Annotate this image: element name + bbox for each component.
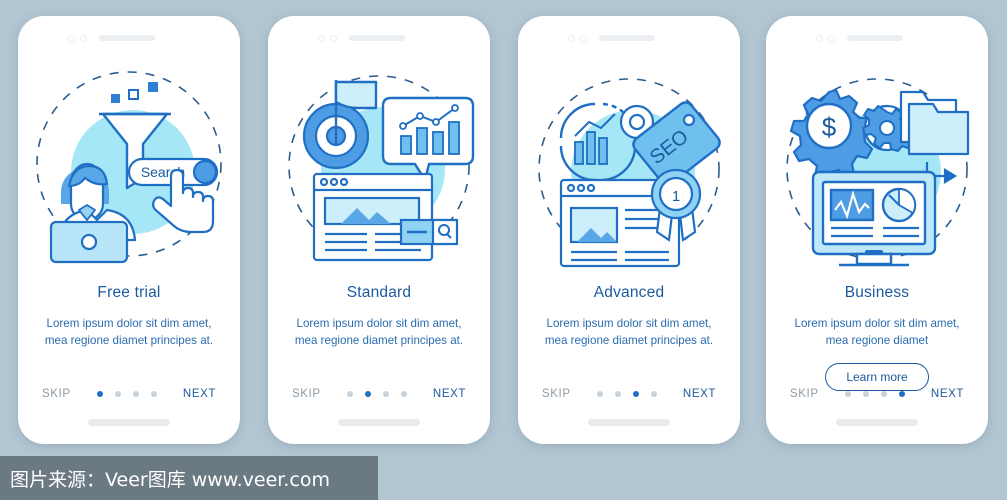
pagination-dot[interactable]	[632, 391, 639, 397]
browser-dot-icon	[330, 34, 337, 42]
pagination-dots[interactable]	[96, 391, 157, 397]
pagination-dot[interactable]	[862, 391, 869, 397]
onboarding-card-advanced[interactable]: SEO 1 Advanced Lorem ipsum dolor sit dim…	[518, 16, 740, 444]
onboarding-card-standard[interactable]: Standard Lorem ipsum dolor sit dim amet,…	[268, 16, 490, 444]
address-bar-placeholder	[847, 35, 903, 41]
browser-dot-icon	[816, 34, 823, 42]
illustration-seo-tag-award-browser: SEO 1	[518, 64, 740, 279]
card-title: Advanced	[593, 284, 665, 301]
watermark-text: 图片来源：Veer图库 www.veer.com	[10, 468, 330, 491]
browser-dot-icon	[568, 34, 575, 42]
card-pager: SKIP NEXT	[18, 388, 240, 400]
home-indicator	[88, 419, 170, 426]
home-indicator	[836, 419, 918, 426]
browser-dot-icon	[580, 34, 587, 42]
card-description: Lorem ipsum dolor sit dim amet, mea regi…	[544, 317, 714, 347]
card-description: Lorem ipsum dolor sit dim amet, mea regi…	[44, 317, 214, 347]
pagination-dot[interactable]	[650, 391, 657, 397]
pagination-dots[interactable]	[596, 391, 657, 397]
watermark-bar: 图片来源：Veer图库 www.veer.com	[0, 456, 378, 500]
pagination-dots[interactable]	[844, 391, 905, 397]
browser-dot-icon	[318, 34, 325, 42]
card-pager: SKIP NEXT	[766, 388, 988, 400]
phone-status-bar	[518, 31, 740, 45]
next-button[interactable]: NEXT	[931, 388, 964, 400]
home-indicator	[338, 419, 420, 426]
card-title: Business	[844, 284, 910, 301]
skip-button[interactable]: SKIP	[292, 388, 321, 400]
phone-status-bar	[268, 31, 490, 45]
onboarding-card-free-trial[interactable]: Search Free trial Lorem ipsum dolor sit …	[18, 16, 240, 444]
pagination-dot[interactable]	[844, 391, 851, 397]
browser-dot-icon	[828, 34, 835, 42]
pagination-dot[interactable]	[96, 391, 103, 397]
pagination-dot[interactable]	[346, 391, 353, 397]
card-title: Free trial	[97, 284, 161, 301]
next-button[interactable]: NEXT	[183, 388, 216, 400]
pagination-dot[interactable]	[114, 391, 121, 397]
svg-text:$: $	[822, 112, 837, 142]
card-pager: SKIP NEXT	[268, 388, 490, 400]
browser-dot-icon	[80, 34, 87, 42]
onboarding-card-business[interactable]: $ Business Lorem ipsum dolor sit dim ame…	[766, 16, 988, 444]
pagination-dot[interactable]	[382, 391, 389, 397]
pagination-dot[interactable]	[880, 391, 887, 397]
pagination-dots[interactable]	[346, 391, 407, 397]
address-bar-placeholder	[349, 35, 405, 41]
illustration-target-flag-chart-browser	[268, 64, 490, 279]
phone-status-bar	[766, 31, 988, 45]
address-bar-placeholder	[599, 35, 655, 41]
card-title: Standard	[346, 284, 412, 301]
pagination-dot[interactable]	[596, 391, 603, 397]
card-description: Lorem ipsum dolor sit dim amet, mea regi…	[294, 317, 464, 347]
onboarding-screens: Search Free trial Lorem ipsum dolor sit …	[0, 0, 1007, 500]
pagination-dot[interactable]	[364, 391, 371, 397]
card-text-block: Business Lorem ipsum dolor sit dim amet,…	[766, 284, 988, 391]
next-button[interactable]: NEXT	[683, 388, 716, 400]
learn-more-button[interactable]: Learn more	[825, 362, 929, 391]
address-bar-placeholder	[99, 35, 155, 41]
skip-button[interactable]: SKIP	[542, 388, 571, 400]
pagination-dot[interactable]	[898, 391, 905, 397]
card-description: Lorem ipsum dolor sit dim amet, mea regi…	[794, 317, 960, 347]
pagination-dot[interactable]	[614, 391, 621, 397]
home-indicator	[588, 419, 670, 426]
skip-button[interactable]: SKIP	[42, 388, 71, 400]
illustration-search-funnel-person: Search	[18, 64, 240, 279]
skip-button[interactable]: SKIP	[790, 388, 819, 400]
phone-status-bar	[18, 31, 240, 45]
card-text-block: Standard Lorem ipsum dolor sit dim amet,…	[268, 284, 490, 350]
pagination-dot[interactable]	[400, 391, 407, 397]
pagination-dot[interactable]	[150, 391, 157, 397]
card-text-block: Advanced Lorem ipsum dolor sit dim amet,…	[518, 284, 740, 350]
card-text-block: Free trial Lorem ipsum dolor sit dim ame…	[18, 284, 240, 350]
award-number: 1	[672, 188, 680, 205]
next-button[interactable]: NEXT	[433, 388, 466, 400]
browser-dot-icon	[68, 34, 75, 42]
card-pager: SKIP NEXT	[518, 388, 740, 400]
illustration-gear-dollar-folder-monitor: $	[766, 64, 988, 279]
pagination-dot[interactable]	[132, 391, 139, 397]
